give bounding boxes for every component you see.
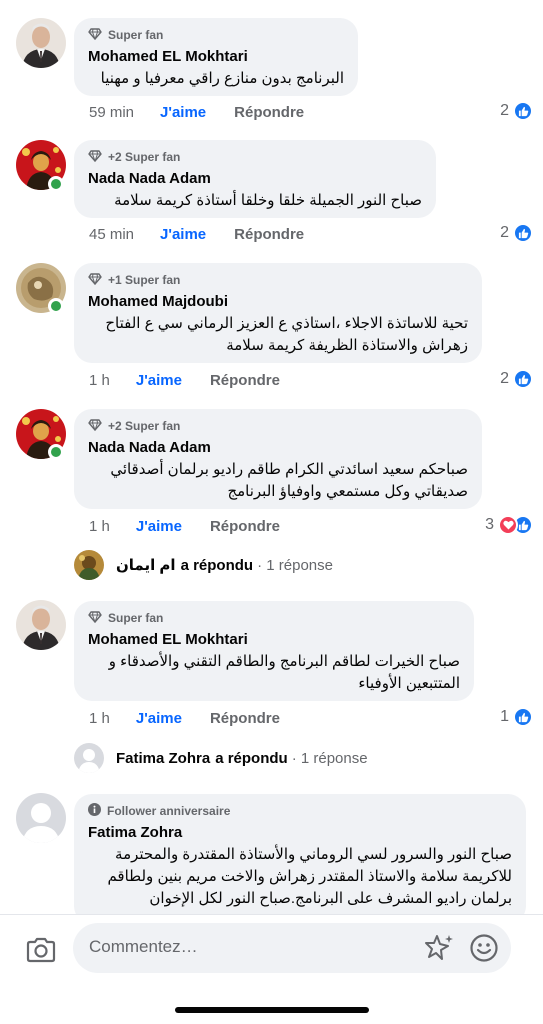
super-fan-badge: Super fan — [88, 610, 460, 626]
super-fan-badge: +2 Super fan — [88, 418, 468, 434]
reply-button[interactable]: Répondre — [210, 518, 280, 535]
reply-thread-link[interactable]: Fatima Zohra a répondu · 1 réponse — [74, 742, 368, 774]
comment-author[interactable]: Fatima Zohra — [88, 823, 512, 842]
comment-text: صباحكم سعيد اسائدتي الكرام طاقم راديو بر… — [110, 461, 468, 500]
diamond-icon — [88, 418, 102, 434]
like-button[interactable]: J'aime — [160, 226, 206, 243]
comment-input[interactable]: Commentez… — [73, 923, 511, 973]
avatar — [74, 550, 104, 580]
diamond-icon — [88, 149, 102, 165]
comment-author[interactable]: Nada Nada Adam — [88, 169, 422, 188]
like-reaction-icon — [513, 101, 533, 121]
online-status-dot — [48, 444, 64, 460]
comment-time[interactable]: 59 min — [89, 104, 134, 121]
love-reaction-icon — [498, 515, 518, 535]
reply-button[interactable]: Répondre — [234, 226, 304, 243]
emoji-icon[interactable] — [469, 933, 499, 968]
comment-text: البرنامج بدون منازع راقي معرفيا و مهنيا — [100, 70, 344, 87]
reaction-summary[interactable]: 3 — [485, 513, 533, 537]
comment-actions: 1 h J'aime Répondre — [89, 369, 280, 391]
reply-author: Fatima Zohra — [116, 749, 211, 767]
reaction-summary[interactable]: 1 — [500, 705, 533, 729]
comment-author[interactable]: Mohamed Majdoubi — [88, 292, 468, 311]
badge-label: +1 Super fan — [108, 273, 181, 287]
like-reaction-icon — [513, 707, 533, 727]
comment-bubble: Follower anniversaire Fatima Zohra صباح … — [74, 794, 526, 924]
like-reaction-icon — [513, 223, 533, 243]
comment-bubble: +2 Super fan Nada Nada Adam صباح النور ا… — [74, 140, 436, 218]
comment-bubble: +2 Super fan Nada Nada Adam صباحكم سعيد … — [74, 409, 482, 509]
reply-count: · 1 réponse — [291, 749, 368, 767]
comment-author[interactable]: Mohamed EL Mokhtari — [88, 630, 460, 649]
reaction-summary[interactable]: 2 — [500, 99, 533, 123]
diamond-icon — [88, 27, 102, 43]
like-button[interactable]: J'aime — [136, 518, 182, 535]
reaction-count: 2 — [500, 370, 509, 387]
reaction-count: 2 — [500, 102, 509, 119]
reply-button[interactable]: Répondre — [234, 104, 304, 121]
avatar[interactable] — [16, 18, 66, 68]
reaction-summary[interactable]: 2 — [500, 367, 533, 391]
info-icon — [88, 803, 101, 819]
comment-text: تحية للاساتذة الاجلاء ،استاذي ع العزيز ا… — [105, 315, 468, 354]
comment-time[interactable]: 1 h — [89, 710, 110, 727]
comment-composer: Commentez… — [0, 914, 543, 1024]
reaction-count: 2 — [500, 224, 509, 241]
like-button[interactable]: J'aime — [136, 710, 182, 727]
avatar — [74, 743, 104, 773]
like-reaction-icon — [513, 369, 533, 389]
comment-actions: 45 min J'aime Répondre — [89, 223, 304, 245]
online-status-dot — [48, 176, 64, 192]
comment-time[interactable]: 1 h — [89, 372, 110, 389]
reaction-summary[interactable]: 2 — [500, 221, 533, 245]
like-button[interactable]: J'aime — [160, 104, 206, 121]
sticker-sparkle-icon[interactable] — [423, 933, 455, 968]
super-fan-badge: Super fan — [88, 27, 344, 43]
reply-action: a répondu — [180, 556, 254, 574]
home-indicator — [175, 1007, 369, 1013]
badge-label: Super fan — [108, 611, 164, 625]
online-status-dot — [48, 298, 64, 314]
reply-button[interactable]: Répondre — [210, 372, 280, 389]
badge-label: Super fan — [108, 28, 164, 42]
super-fan-badge: +2 Super fan — [88, 149, 422, 165]
reaction-count: 3 — [485, 516, 494, 533]
comment-input-placeholder: Commentez… — [89, 937, 198, 956]
avatar[interactable] — [16, 793, 66, 843]
comment-time[interactable]: 1 h — [89, 518, 110, 535]
diamond-icon — [88, 272, 102, 288]
comment-text: صباح النور الجميلة خلقا وخلقا أستاذة كري… — [114, 192, 422, 209]
reply-action: a répondu — [215, 749, 288, 767]
comment-author[interactable]: Nada Nada Adam — [88, 438, 468, 457]
comment-actions: 1 h J'aime Répondre — [89, 707, 280, 729]
like-button[interactable]: J'aime — [136, 372, 182, 389]
badge-label: Follower anniversaire — [107, 804, 231, 818]
reply-button[interactable]: Répondre — [210, 710, 280, 727]
camera-icon[interactable] — [24, 933, 58, 967]
reply-count: · 1 réponse — [257, 556, 333, 574]
comment-text: صباح النور والسرور لسي الروماني والأستاذ… — [107, 846, 512, 907]
comment-author[interactable]: Mohamed EL Mokhtari — [88, 47, 344, 66]
badge-label: +2 Super fan — [108, 150, 181, 164]
comment-time[interactable]: 45 min — [89, 226, 134, 243]
comment-actions: 59 min J'aime Répondre — [89, 101, 304, 123]
comment-bubble: Super fan Mohamed EL Mokhtari صباح الخير… — [74, 601, 474, 701]
badge-label: +2 Super fan — [108, 419, 181, 433]
diamond-icon — [88, 610, 102, 626]
comment-bubble: +1 Super fan Mohamed Majdoubi تحية للاسا… — [74, 263, 482, 363]
reaction-count: 1 — [500, 708, 509, 725]
super-fan-badge: +1 Super fan — [88, 272, 468, 288]
reply-author: ام ايمان — [116, 557, 176, 574]
avatar[interactable] — [16, 600, 66, 650]
comment-text: صباح الخيرات لطاقم البرنامج والطاقم التق… — [108, 653, 460, 692]
comment-bubble: Super fan Mohamed EL Mokhtari البرنامج ب… — [74, 18, 358, 96]
reply-thread-link[interactable]: ام ايمان a répondu · 1 réponse — [74, 549, 333, 581]
comment-actions: 1 h J'aime Répondre — [89, 515, 280, 537]
follower-anniversary-badge: Follower anniversaire — [88, 803, 512, 819]
